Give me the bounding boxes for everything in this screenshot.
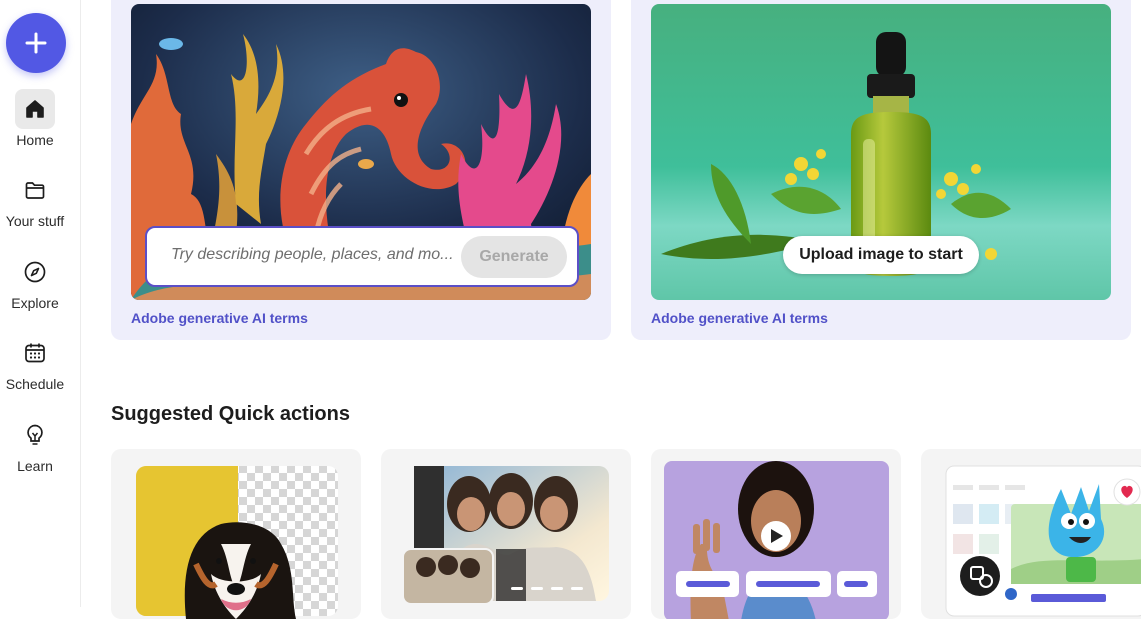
sidebar-item-home[interactable]: Home [0,89,70,148]
sidebar-item-schedule[interactable]: Schedule [0,333,70,392]
video-woman-waving-thumbnail [664,461,889,619]
ai-terms-link[interactable]: Adobe generative AI terms [651,310,828,326]
sidebar-item-learn[interactable]: Learn [0,415,70,474]
upload-image-button[interactable]: Upload image to start [783,236,979,274]
sidebar-item-explore[interactable]: Explore [0,252,70,311]
generative-fill-card: Upload image to start Adobe generative A… [631,0,1131,340]
quick-action-photo-slideshow[interactable] [381,449,631,619]
generate-button[interactable]: Generate [461,236,567,278]
sidebar-item-your-stuff[interactable]: Your stuff [0,170,70,229]
lightbulb-icon [15,415,55,455]
calendar-icon [15,333,55,373]
quick-action-animate-character[interactable] [921,449,1141,619]
quick-actions-title: Suggested Quick actions [111,403,350,425]
quick-action-create-video[interactable] [651,449,901,619]
photo-collage-thumbnail [402,466,609,605]
oil-bottle-image: Upload image to start [651,4,1111,300]
text-to-image-card: Try describing people, places, and mo...… [111,0,611,340]
sidebar-item-label: Home [16,132,54,148]
home-icon [15,89,55,129]
sidebar-item-label: Learn [17,458,53,474]
prompt-placeholder[interactable]: Try describing people, places, and mo... [171,246,454,264]
seahorse-coral-image: Try describing people, places, and mo...… [131,4,591,300]
create-button[interactable] [6,13,66,73]
folder-icon [15,170,55,210]
sidebar-item-label: Explore [11,295,59,311]
sidebar-item-label: Schedule [5,376,65,392]
left-sidebar: Home Your stuff Explore Schedule Learn [0,0,81,607]
prompt-input-box[interactable]: Try describing people, places, and mo...… [145,226,579,287]
plus-icon [25,32,47,54]
ai-terms-link[interactable]: Adobe generative AI terms [131,310,308,326]
remove-background-thumbnail [136,466,338,619]
quick-action-remove-background[interactable] [111,449,361,619]
sidebar-item-label: Your stuff [5,213,65,229]
animated-character-thumbnail [945,465,1141,617]
compass-icon [15,252,55,292]
